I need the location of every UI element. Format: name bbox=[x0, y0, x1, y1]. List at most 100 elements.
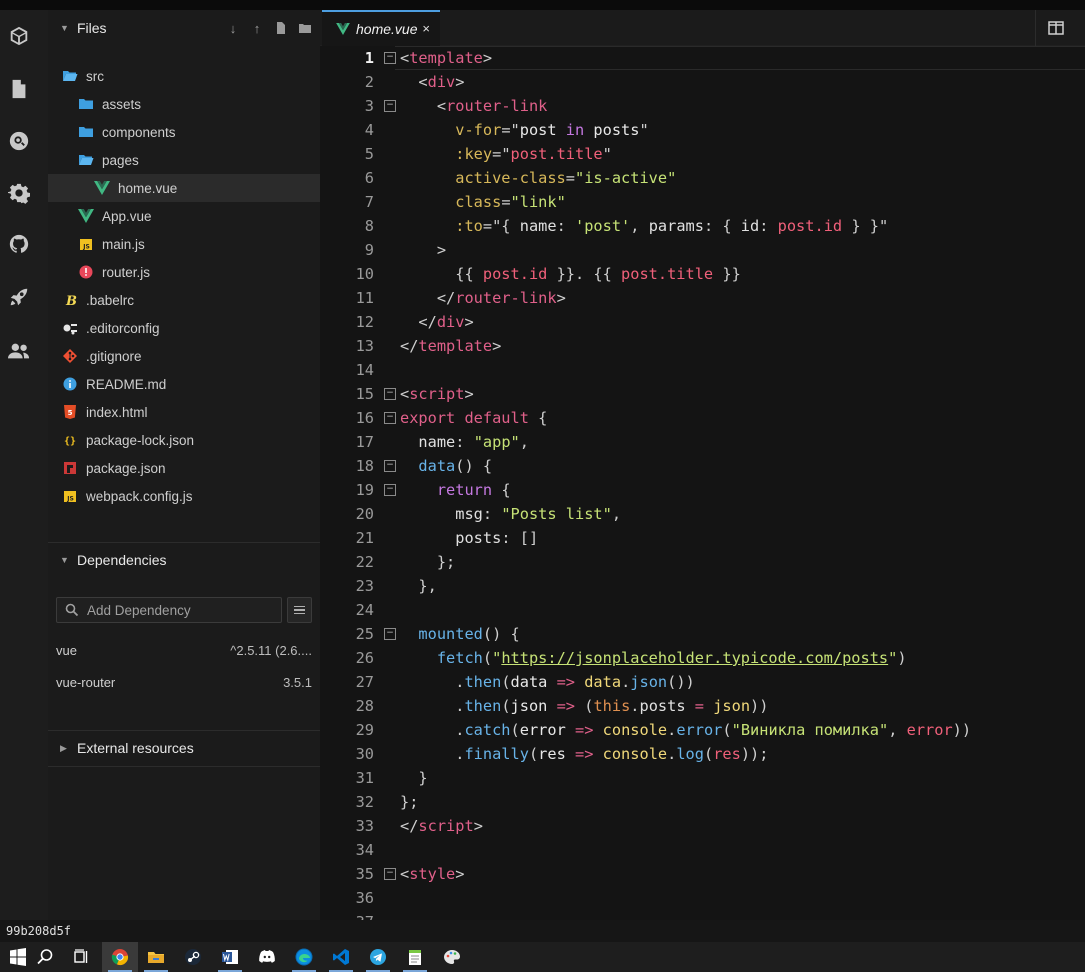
fold-toggle-icon[interactable]: − bbox=[384, 100, 396, 112]
code-line[interactable]: 10 {{ post.id }}. {{ post.title }} bbox=[320, 262, 1085, 286]
fold-toggle-icon[interactable]: − bbox=[384, 52, 396, 64]
tree-file-main-js[interactable]: JS main.js bbox=[48, 230, 320, 258]
close-icon[interactable]: × bbox=[422, 21, 430, 36]
code-line[interactable]: 26 fetch("https://jsonplaceholder.typico… bbox=[320, 646, 1085, 670]
code-line[interactable]: 37 bbox=[320, 910, 1085, 920]
gear-icon[interactable] bbox=[8, 182, 30, 204]
new-folder-icon[interactable] bbox=[298, 21, 312, 35]
code-line[interactable]: 31 } bbox=[320, 766, 1085, 790]
fold-toggle-icon[interactable]: − bbox=[384, 868, 396, 880]
code-line[interactable]: 8 :to="{ name: 'post', params: { id: pos… bbox=[320, 214, 1085, 238]
dependency-menu-button[interactable] bbox=[287, 597, 312, 623]
file-explorer-icon[interactable] bbox=[138, 942, 174, 972]
word-icon[interactable] bbox=[212, 942, 248, 972]
code-line[interactable]: 20 msg: "Posts list", bbox=[320, 502, 1085, 526]
fold-toggle-icon[interactable]: − bbox=[384, 460, 396, 472]
task-view-icon[interactable] bbox=[63, 942, 99, 972]
discord-icon[interactable] bbox=[249, 942, 285, 972]
add-dependency-search[interactable] bbox=[56, 597, 282, 623]
code-line[interactable]: 28 .then(json => (this.posts = json)) bbox=[320, 694, 1085, 718]
chevron-down-icon[interactable]: ▼ bbox=[60, 23, 70, 33]
code-line[interactable]: 30 .finally(res => console.log(res)); bbox=[320, 742, 1085, 766]
add-dependency-input[interactable] bbox=[87, 602, 277, 618]
tree-file-index-html[interactable]: 5 index.html bbox=[48, 398, 320, 426]
code-line[interactable]: 21 posts: [] bbox=[320, 526, 1085, 550]
code-line[interactable]: 35− <style> bbox=[320, 862, 1085, 886]
search-icon[interactable] bbox=[8, 130, 30, 152]
commit-hash[interactable]: 99b208d5f bbox=[6, 924, 71, 938]
split-editor-button[interactable] bbox=[1035, 10, 1085, 46]
tree-file-package-lock-json[interactable]: {} package-lock.json bbox=[48, 426, 320, 454]
code-line[interactable]: 22 }; bbox=[320, 550, 1085, 574]
code-line[interactable]: 18− data() { bbox=[320, 454, 1085, 478]
paint-icon[interactable] bbox=[434, 942, 470, 972]
tab-home-vue[interactable]: home.vue × bbox=[322, 10, 440, 46]
code-line[interactable]: 16− export default { bbox=[320, 406, 1085, 430]
code-line[interactable]: 23 }, bbox=[320, 574, 1085, 598]
chrome-icon[interactable] bbox=[102, 942, 138, 972]
tree-file-router-js[interactable]: router.js bbox=[48, 258, 320, 286]
external-resources-panel-header[interactable]: ▶ External resources bbox=[48, 730, 320, 766]
tree-folder-pages[interactable]: pages bbox=[48, 146, 320, 174]
code-line[interactable]: 15− <script> bbox=[320, 382, 1085, 406]
tree-file-App-vue[interactable]: App.vue bbox=[48, 202, 320, 230]
tree-file-babelrc[interactable]: B .babelrc bbox=[48, 286, 320, 314]
code-line[interactable]: 4 v-for="post in posts" bbox=[320, 118, 1085, 142]
cube-icon[interactable] bbox=[8, 25, 30, 47]
code-line[interactable]: 32}; bbox=[320, 790, 1085, 814]
code-line[interactable]: 13 </template> bbox=[320, 334, 1085, 358]
code-line[interactable]: 27 .then(data => data.json()) bbox=[320, 670, 1085, 694]
code-line[interactable]: 5 :key="post.title" bbox=[320, 142, 1085, 166]
github-icon[interactable] bbox=[8, 233, 30, 255]
tree-folder-src[interactable]: src bbox=[48, 62, 320, 90]
rocket-icon[interactable] bbox=[8, 286, 30, 308]
code-line[interactable]: 25− mounted() { bbox=[320, 622, 1085, 646]
tree-file-home-vue[interactable]: home.vue bbox=[48, 174, 320, 202]
fold-toggle-icon[interactable]: − bbox=[384, 412, 396, 424]
fold-toggle-icon[interactable]: − bbox=[384, 628, 396, 640]
steam-icon[interactable] bbox=[175, 942, 211, 972]
code-line[interactable]: 11 </router-link> bbox=[320, 286, 1085, 310]
vscode-icon[interactable] bbox=[323, 942, 359, 972]
code-line[interactable]: 14 bbox=[320, 358, 1085, 382]
fold-toggle-icon[interactable]: − bbox=[384, 388, 396, 400]
tree-file-webpack-config-js[interactable]: JS webpack.config.js bbox=[48, 482, 320, 510]
code-line[interactable]: 6 active-class="is-active" bbox=[320, 166, 1085, 190]
code-line[interactable]: 3− <router-link bbox=[320, 94, 1085, 118]
dependencies-panel-header[interactable]: ▼ Dependencies bbox=[48, 542, 320, 578]
files-panel-header[interactable]: ▼ Files ↓ ↑ bbox=[48, 10, 320, 46]
dependency-row[interactable]: vue-router 3.5.1 bbox=[56, 672, 312, 692]
tree-file-package-json[interactable]: package.json bbox=[48, 454, 320, 482]
chevron-right-icon[interactable]: ▶ bbox=[60, 743, 70, 754]
code-line[interactable]: 33 </script> bbox=[320, 814, 1085, 838]
tree-file-README-md[interactable]: README.md bbox=[48, 370, 320, 398]
tree-folder-assets[interactable]: assets bbox=[48, 90, 320, 118]
code-line[interactable]: 36 bbox=[320, 886, 1085, 910]
arrow-up-icon[interactable]: ↑ bbox=[250, 21, 264, 36]
code-line[interactable]: 7 class="link" bbox=[320, 190, 1085, 214]
code-line[interactable]: 12 </div> bbox=[320, 310, 1085, 334]
new-file-icon[interactable] bbox=[274, 21, 288, 35]
tree-folder-components[interactable]: components bbox=[48, 118, 320, 146]
code-line[interactable]: 19− return { bbox=[320, 478, 1085, 502]
code-line[interactable]: 2 <div> bbox=[320, 70, 1085, 94]
telegram-icon[interactable] bbox=[360, 942, 396, 972]
code-line[interactable]: 34 bbox=[320, 838, 1085, 862]
fold-toggle-icon[interactable]: − bbox=[384, 484, 396, 496]
dependency-row[interactable]: vue ^2.5.11 (2.6.... bbox=[56, 640, 312, 660]
edge-icon[interactable] bbox=[286, 942, 322, 972]
code-line[interactable]: 9 > bbox=[320, 238, 1085, 262]
chevron-down-icon[interactable]: ▼ bbox=[60, 555, 70, 565]
code-line[interactable]: 24 bbox=[320, 598, 1085, 622]
code-line[interactable]: 17 name: "app", bbox=[320, 430, 1085, 454]
code-editor[interactable]: 1− <template> 2 <div> 3− <router-link 4 v-fo… bbox=[320, 46, 1085, 920]
arrow-down-icon[interactable]: ↓ bbox=[226, 21, 240, 36]
notepad-icon[interactable] bbox=[397, 942, 433, 972]
search-icon[interactable] bbox=[27, 942, 63, 972]
code-line[interactable]: 1− <template> bbox=[320, 46, 1085, 70]
code-line[interactable]: 29 .catch(error => console.error("Виникл… bbox=[320, 718, 1085, 742]
users-icon[interactable] bbox=[8, 340, 30, 362]
tree-file-editorconfig[interactable]: .editorconfig bbox=[48, 314, 320, 342]
tree-file-gitignore[interactable]: .gitignore bbox=[48, 342, 320, 370]
file-icon[interactable] bbox=[8, 78, 30, 100]
